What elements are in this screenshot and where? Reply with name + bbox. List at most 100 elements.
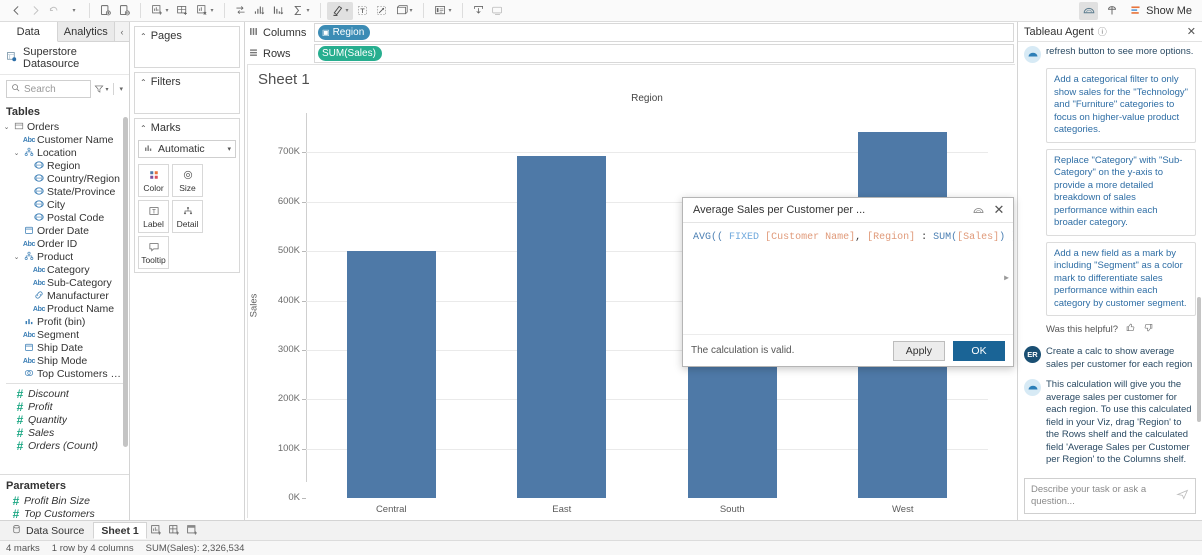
new-dashboard-icon[interactable] (173, 2, 192, 20)
field-ship-date[interactable]: Ship Date (0, 341, 129, 354)
parameter-top-customers[interactable]: # Top Customers (0, 507, 129, 520)
twisty-expanded-icon[interactable]: ⌄ (12, 253, 21, 261)
field-orders[interactable]: ⌄ Orders (0, 120, 129, 133)
agent-scrollbar[interactable] (1197, 297, 1201, 422)
data-source-tab[interactable]: Data Source (4, 522, 91, 539)
field-order-date[interactable]: Order Date (0, 224, 129, 237)
twisty-expanded-icon[interactable]: ⌄ (2, 123, 11, 131)
einstein-copilot-icon[interactable] (1079, 1, 1099, 20)
totals-icon[interactable]: ▾ (288, 2, 314, 20)
thumbs-down-icon[interactable] (1143, 322, 1154, 336)
field-sub-category[interactable]: Abc Sub-Category (0, 276, 129, 289)
field-product-name[interactable]: Abc Product Name (0, 302, 129, 315)
bar-central[interactable] (346, 250, 436, 498)
pill-sum-sales[interactable]: SUM(Sales) (318, 46, 382, 61)
data-pane-scrollbar[interactable] (123, 117, 128, 447)
columns-shelf-drop[interactable]: ▣ Region (314, 23, 1014, 42)
field-order-id[interactable]: Abc Order ID (0, 237, 129, 250)
info-icon[interactable]: ⓘ (1098, 25, 1107, 38)
fit-selector-icon[interactable]: ▾ (391, 2, 417, 20)
close-icon[interactable]: ✕ (1187, 25, 1196, 38)
marks-tooltip-button[interactable]: Tooltip (138, 236, 169, 269)
tab-data[interactable]: Data (0, 22, 58, 42)
field-profit-bin[interactable]: Profit (bin) (0, 315, 129, 328)
marks-card-header[interactable]: ⌃ Marks (135, 119, 239, 137)
chevron-down-icon[interactable]: ▾ (119, 85, 123, 93)
datasource-row[interactable]: Superstore Datasource (0, 42, 129, 75)
swap-rows-columns-icon[interactable] (231, 2, 250, 20)
measure-discount[interactable]: # Discount (0, 387, 129, 400)
show-me-icon[interactable] (1102, 2, 1121, 20)
apply-button[interactable]: Apply (892, 340, 945, 361)
device-preview-icon[interactable] (488, 2, 507, 20)
expand-arrow-icon[interactable]: ▶ (1004, 272, 1009, 286)
field-region[interactable]: Region (0, 159, 129, 172)
field-segment[interactable]: Abc Segment (0, 328, 129, 341)
collapse-pane-icon[interactable]: ‹ (115, 22, 129, 41)
field-customer-name[interactable]: Abc Customer Name (0, 133, 129, 146)
save-icon[interactable] (96, 2, 115, 20)
measure-quantity[interactable]: # Quantity (0, 413, 129, 426)
show-me-button[interactable]: Show Me (1123, 2, 1198, 20)
marks-detail-button[interactable]: Detail (172, 200, 203, 233)
sheet-tab-sheet1[interactable]: Sheet 1 (93, 522, 147, 539)
field-category[interactable]: Abc Category (0, 263, 129, 276)
close-icon[interactable]: ✕ (991, 202, 1007, 218)
pause-auto-update-icon[interactable] (115, 2, 134, 20)
sort-descending-icon[interactable] (269, 2, 288, 20)
field-state-province[interactable]: State/Province (0, 185, 129, 198)
new-dashboard-tab-icon[interactable] (167, 523, 183, 539)
parameter-profit-bin-size[interactable]: # Profit Bin Size (0, 494, 129, 507)
field-top-customers-by-p[interactable]: Top Customers by P... (0, 367, 129, 380)
toolbar-dropdown-caret[interactable]: ▾ (64, 2, 83, 20)
new-worksheet-tab-icon[interactable] (149, 523, 165, 539)
new-story-tab-icon[interactable] (185, 523, 201, 539)
undo-icon[interactable] (45, 2, 64, 20)
pages-card-header[interactable]: ⌃ Pages (135, 27, 239, 45)
tab-analytics[interactable]: Analytics (57, 22, 115, 41)
twisty-expanded-icon[interactable]: ⌄ (12, 149, 21, 157)
field-postal-code[interactable]: Postal Code (0, 211, 129, 224)
agent-suggestion-card[interactable]: Replace "Category" with "Sub-Category" o… (1046, 148, 1196, 236)
mark-type-select[interactable]: Automatic ▾ (138, 140, 236, 158)
filters-card-header[interactable]: ⌃ Filters (135, 73, 239, 91)
filters-shelf-drop[interactable] (135, 91, 239, 113)
field-country-region[interactable]: Country/Region (0, 172, 129, 185)
field-location[interactable]: ⌄ Location (0, 146, 129, 159)
back-arrow-icon[interactable] (7, 2, 26, 20)
filter-sort-icon[interactable]: ▾ (94, 84, 108, 94)
marks-size-button[interactable]: Size (172, 164, 203, 197)
formula-editor[interactable]: AVG(( FIXED [Customer Name], [Region] : … (683, 223, 1013, 334)
clear-sheet-icon[interactable]: ▾ (192, 2, 218, 20)
measure-profit[interactable]: # Profit (0, 400, 129, 413)
show-mark-labels-icon[interactable] (353, 2, 372, 20)
sort-ascending-icon[interactable] (250, 2, 269, 20)
calc-dialog-title[interactable]: Average Sales per Customer per ... (693, 204, 966, 216)
send-icon[interactable] (1176, 488, 1189, 504)
field-ship-mode[interactable]: Abc Ship Mode (0, 354, 129, 367)
ok-button[interactable]: OK (953, 340, 1005, 361)
rows-shelf-drop[interactable]: SUM(Sales) (314, 44, 1014, 63)
measure-sales[interactable]: # Sales (0, 426, 129, 439)
agent-suggestion-card[interactable]: Add a new field as a mark by including "… (1046, 241, 1196, 316)
pages-shelf-drop[interactable] (135, 45, 239, 67)
marks-label-button[interactable]: T Label (138, 200, 169, 233)
measure-orders-count[interactable]: # Orders (Count) (0, 439, 129, 452)
pill-region[interactable]: ▣ Region (318, 25, 371, 40)
field-manufacturer[interactable]: Manufacturer (0, 289, 129, 302)
agent-suggestion-card[interactable]: Add a categorical filter to only show sa… (1046, 68, 1196, 143)
download-icon[interactable] (469, 2, 488, 20)
thumbs-up-icon[interactable] (1125, 322, 1136, 336)
field-city[interactable]: City (0, 198, 129, 211)
highlighter-icon[interactable]: ▾ (327, 1, 353, 20)
einstein-icon[interactable] (972, 204, 985, 217)
show-hide-cards-icon[interactable]: ▾ (430, 2, 456, 20)
forward-arrow-icon[interactable] (26, 2, 45, 20)
field-product[interactable]: ⌄ Product (0, 250, 129, 263)
marks-color-button[interactable]: Color (138, 164, 169, 197)
search-input[interactable]: Search (6, 80, 92, 98)
bar-east[interactable] (517, 156, 607, 498)
new-worksheet-icon[interactable]: ▾ (147, 2, 173, 20)
agent-input-box[interactable]: Describe your task or ask a question... (1024, 478, 1196, 514)
fix-axes-icon[interactable] (372, 2, 391, 20)
